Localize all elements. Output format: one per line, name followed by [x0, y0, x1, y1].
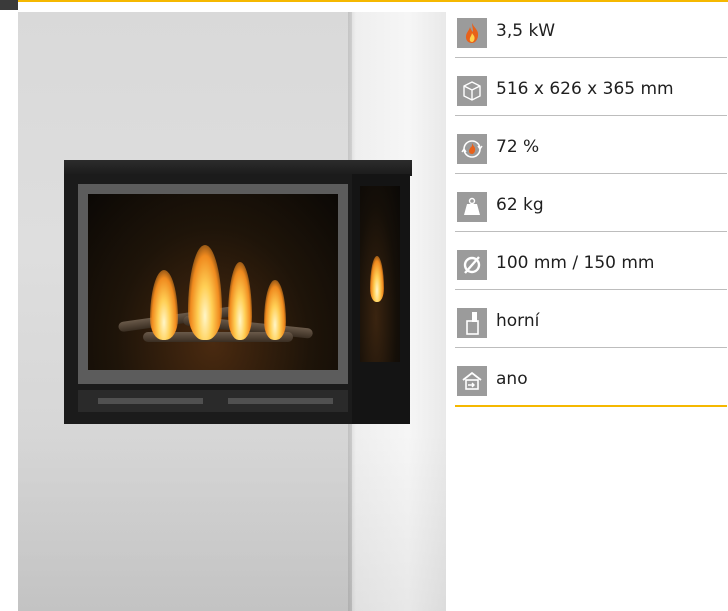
top-tab-marker: [0, 0, 18, 10]
vent-slot: [98, 398, 203, 404]
spec-dimensions-value: 516 x 626 x 365 mm: [496, 79, 674, 99]
spec-air-intake-value: ano: [496, 369, 528, 389]
weight-icon: [457, 192, 487, 222]
flame: [188, 245, 222, 340]
flame-icon: [457, 18, 487, 48]
spec-dimensions: 516 x 626 x 365 mm: [455, 70, 727, 116]
efficiency-icon: [457, 134, 487, 164]
product-photo: [18, 12, 446, 611]
spec-flue-outlet-value: horní: [496, 311, 540, 331]
box-dimensions-icon: [457, 76, 487, 106]
flue-outlet-icon: [457, 308, 487, 338]
fireplace-bottom-panel: [78, 390, 348, 412]
flame: [264, 280, 286, 340]
floor-shade: [18, 432, 446, 611]
spec-diameter-value: 100 mm / 150 mm: [496, 253, 655, 273]
spec-power-value: 3,5 kW: [496, 21, 556, 41]
flame: [370, 256, 384, 302]
spec-flue-outlet: horní: [455, 302, 727, 348]
spec-list: 3,5 kW 516 x 626 x 365 mm 72 % 62 kg 100…: [455, 12, 727, 419]
spec-weight: 62 kg: [455, 186, 727, 232]
spec-power: 3,5 kW: [455, 12, 727, 58]
spec-diameter: 100 mm / 150 mm: [455, 244, 727, 290]
flame: [228, 262, 252, 340]
diameter-icon: [457, 250, 487, 280]
spec-air-intake: ano: [455, 360, 727, 407]
spec-efficiency-value: 72 %: [496, 137, 540, 157]
spec-weight-value: 62 kg: [496, 195, 544, 215]
flame: [150, 270, 178, 340]
top-accent-rule: [0, 0, 728, 2]
spec-efficiency: 72 %: [455, 128, 727, 174]
fireplace-glass: [88, 194, 338, 370]
fireplace-side-glass: [360, 186, 400, 362]
air-intake-icon: [457, 366, 487, 396]
vent-slot: [228, 398, 333, 404]
